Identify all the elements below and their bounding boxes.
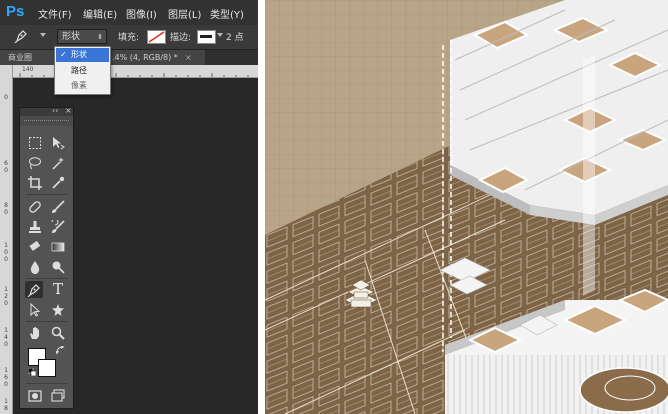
pen-tool-preset-icon[interactable] xyxy=(14,29,28,43)
magic-wand-icon[interactable] xyxy=(49,154,67,171)
ps-logo: Ps xyxy=(6,3,25,20)
type-tool-icon[interactable]: T xyxy=(49,281,67,298)
path-selection-icon[interactable] xyxy=(26,301,44,318)
close-tab-icon[interactable]: × xyxy=(185,50,192,65)
menu-type[interactable]: 类型(Y) xyxy=(210,6,244,21)
custom-shape-icon[interactable] xyxy=(49,301,67,318)
ruler-v-label: 0 xyxy=(4,167,8,174)
background-color-swatch[interactable] xyxy=(38,359,56,377)
ruler-v-label: 0 xyxy=(4,256,8,263)
ruler-label: 140 xyxy=(22,66,34,73)
tools-panel-header: ‹‹ × xyxy=(20,106,73,116)
fill-label: 填充: xyxy=(118,33,140,43)
ruler-v-label: 0 xyxy=(4,300,8,307)
menu-bar: Ps 文件(F) 编辑(E) 图像(I) 图层(L) 类型(Y) xyxy=(0,0,258,25)
checkmark-icon: ✓ xyxy=(60,50,67,59)
tool-mode-dropdown: ✓ 形状 路径 像素 xyxy=(54,46,111,95)
tools-panel: ‹‹ × T xyxy=(19,106,74,409)
mode-option-pixels[interactable]: 像素 xyxy=(56,79,109,93)
no-fill-slash-icon xyxy=(148,31,165,43)
mode-option-path[interactable]: 路径 xyxy=(56,64,109,78)
menu-file[interactable]: 文件(F) xyxy=(38,6,72,21)
gradient-tool-icon[interactable] xyxy=(49,238,67,255)
preset-chevron-down-icon[interactable] xyxy=(40,33,46,37)
vertical-ruler: 0 6 0 8 0 1 0 0 1 2 0 1 4 0 1 6 0 1 8 xyxy=(0,65,13,414)
move-tool-icon[interactable] xyxy=(49,134,67,151)
isometric-architecture-image xyxy=(265,0,668,414)
ruler-v-label: 0 xyxy=(4,94,8,101)
zoom-tool-icon[interactable] xyxy=(49,324,67,341)
pen-tool-icon[interactable] xyxy=(25,281,43,298)
document-info: .4% (4, RGB/8) * xyxy=(112,53,178,62)
architecture-drawing xyxy=(265,0,668,414)
marquee-tool-icon[interactable] xyxy=(26,134,44,151)
eyedropper-tool-icon[interactable] xyxy=(49,174,67,191)
menu-image[interactable]: 图像(I) xyxy=(126,6,157,21)
clone-stamp-icon[interactable] xyxy=(26,218,44,235)
ruler-v-label: 0 xyxy=(4,341,8,348)
collapse-panel-icon[interactable]: ‹‹ xyxy=(52,106,58,115)
tools-divider xyxy=(26,321,68,322)
document-title: 商业圈 xyxy=(8,53,32,62)
mode-option-shape[interactable]: ✓ 形状 xyxy=(56,48,109,62)
tool-mode-select[interactable]: 形状 ⬍ xyxy=(57,29,107,44)
fill-swatch[interactable] xyxy=(147,30,166,44)
stroke-swatch[interactable] xyxy=(197,30,216,44)
tools-divider xyxy=(26,383,68,384)
mode-option-label: 像素 xyxy=(71,81,87,90)
screen-mode-icon[interactable] xyxy=(49,387,67,404)
horizontal-ruler: 140 xyxy=(12,65,258,78)
history-brush-icon[interactable] xyxy=(49,218,67,235)
default-colors-icon[interactable] xyxy=(28,368,36,376)
tools-divider xyxy=(26,278,68,279)
crop-tool-icon[interactable] xyxy=(26,174,44,191)
tools-panel-grip[interactable] xyxy=(20,116,73,126)
mode-option-label: 路径 xyxy=(71,66,87,75)
swap-colors-icon[interactable] xyxy=(56,346,65,355)
light-column xyxy=(583,55,595,296)
stroke-width-value[interactable]: 2 点 xyxy=(226,30,244,43)
menu-edit[interactable]: 编辑(E) xyxy=(83,6,117,21)
stroke-label: 描边: xyxy=(170,33,192,43)
photoshop-window: Ps 文件(F) 编辑(E) 图像(I) 图层(L) 类型(Y) 形状 ⬍ 填充… xyxy=(0,0,258,414)
spot-healing-brush-icon[interactable] xyxy=(26,198,44,215)
hand-tool-icon[interactable] xyxy=(26,324,44,341)
ruler-v-label: 0 xyxy=(4,209,8,216)
menu-layer[interactable]: 图层(L) xyxy=(168,6,201,21)
tool-mode-value: 形状 xyxy=(62,32,81,42)
stroke-chevron-down-icon[interactable] xyxy=(217,33,223,37)
upper-platform xyxy=(450,0,668,225)
close-panel-icon[interactable]: × xyxy=(65,106,72,115)
ruler-v-label: 8 xyxy=(4,405,8,412)
tools-divider xyxy=(26,194,68,195)
blur-tool-icon[interactable] xyxy=(26,258,44,275)
quick-mask-icon[interactable] xyxy=(26,387,44,404)
brush-tool-icon[interactable] xyxy=(49,198,67,215)
lasso-tool-icon[interactable] xyxy=(26,154,44,171)
ruler-ticks xyxy=(19,73,249,77)
dodge-tool-icon[interactable] xyxy=(49,258,67,275)
select-arrows-icon: ⬍ xyxy=(97,33,103,41)
ruler-v-label: 0 xyxy=(4,381,8,388)
eraser-tool-icon[interactable] xyxy=(26,238,44,255)
mode-option-label: 形状 xyxy=(71,50,87,59)
